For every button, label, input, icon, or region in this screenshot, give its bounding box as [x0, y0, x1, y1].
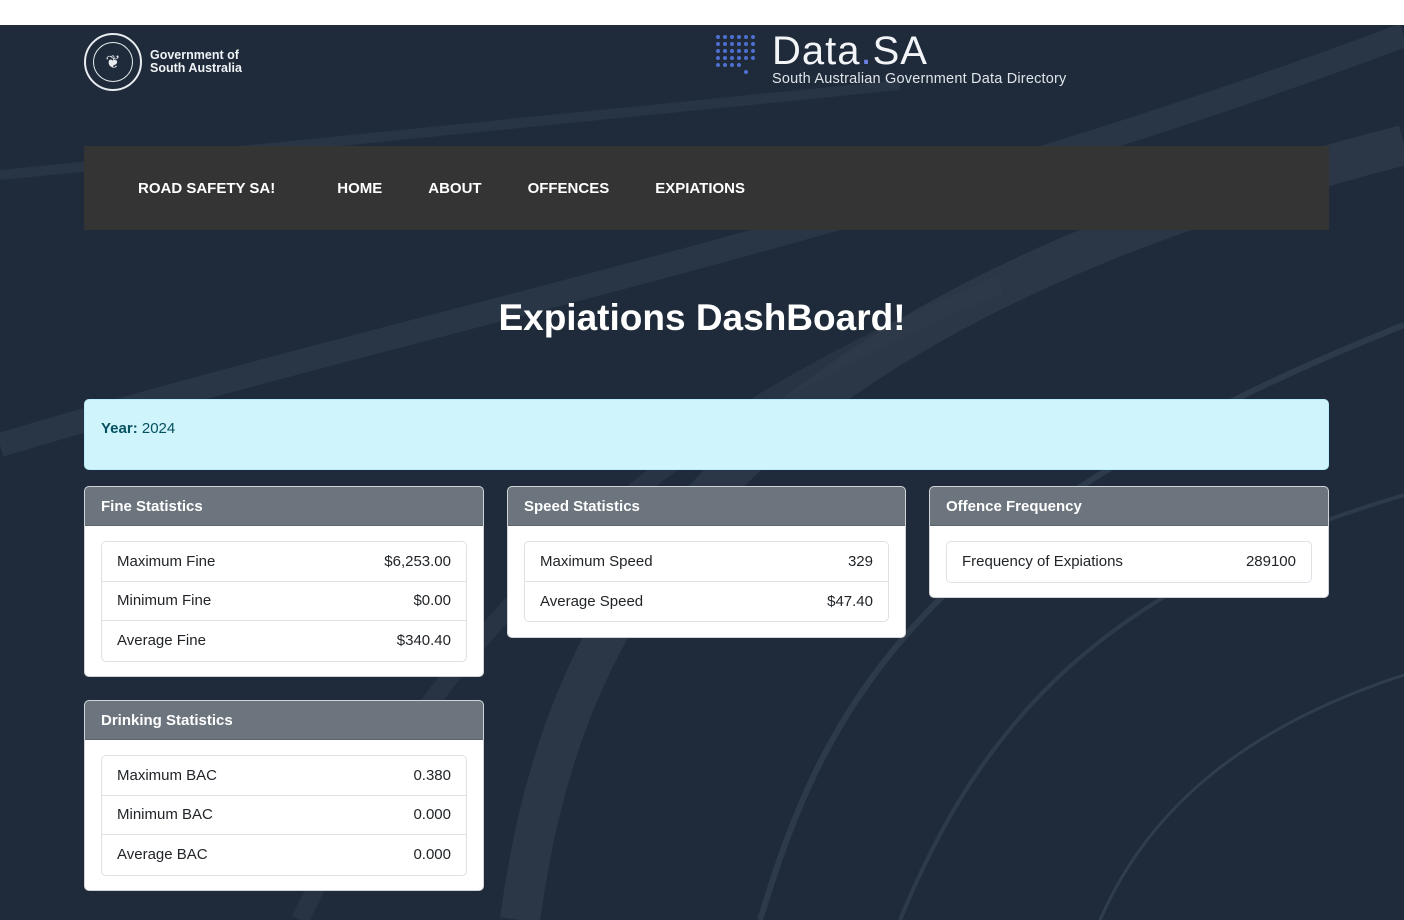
list-item: Average BAC 0.000 — [102, 835, 466, 875]
year-label: Year: — [101, 420, 138, 437]
nav-item-home[interactable]: HOME — [337, 180, 382, 197]
page-title: Expiations DashBoard! — [498, 297, 906, 338]
list-item: Minimum BAC 0.000 — [102, 796, 466, 835]
navbar-brand[interactable]: ROAD SAFETY SA! — [138, 180, 275, 197]
stat-value: 0.380 — [413, 766, 451, 784]
offence-frequency-list: Frequency of Expiations 289100 — [946, 541, 1312, 583]
nav-item-expiations[interactable]: EXPIATIONS — [655, 180, 745, 197]
data-sa-title-a: Data — [772, 29, 861, 73]
list-item: Maximum BAC 0.380 — [102, 756, 466, 796]
stat-value: 0.000 — [413, 806, 451, 824]
list-item: Average Fine $340.40 — [102, 621, 466, 661]
stat-label: Maximum Speed — [540, 552, 653, 570]
list-item: Frequency of Expiations 289100 — [947, 542, 1311, 582]
nav-item-offences[interactable]: OFFENCES — [528, 180, 610, 197]
card-header: Fine Statistics — [85, 487, 483, 526]
year-info-alert: Year: 2024 — [84, 399, 1329, 470]
stat-value: 289100 — [1245, 553, 1296, 571]
stat-label: Average Speed — [540, 592, 644, 610]
data-sa-logo[interactable]: Data.SA South Australian Government Data… — [716, 29, 1067, 87]
year-value: 2024 — [141, 420, 176, 437]
fine-statistics-list: Maximum Fine $6,253.00 Minimum Fine $0.0… — [101, 541, 467, 662]
stat-value: 0.000 — [413, 846, 451, 864]
data-sa-title: Data.SA — [772, 29, 1067, 73]
list-item: Maximum Speed 329 — [525, 542, 888, 582]
card-header: Drinking Statistics — [85, 701, 483, 740]
speed-statistics-card: Speed Statistics Maximum Speed 329 Avera… — [507, 486, 906, 638]
list-item: Minimum Fine $0.00 — [102, 582, 466, 621]
drinking-statistics-list: Maximum BAC 0.380 Minimum BAC 0.000 Aver… — [101, 755, 467, 876]
speed-statistics-list: Maximum Speed 329 Average Speed $47.40 — [524, 541, 889, 622]
stat-label: Frequency of Expiations — [962, 553, 1123, 571]
nav-item-about[interactable]: ABOUT — [428, 180, 481, 197]
gov-line-2: South Australia — [150, 61, 242, 75]
south-australia-crest-icon: ❦ — [84, 33, 142, 91]
stat-value: $6,253.00 — [384, 552, 451, 570]
card-header: Offence Frequency — [930, 487, 1328, 526]
page-background: ❦ Government of South Australia Data.SA … — [0, 25, 1404, 920]
stat-label: Maximum Fine — [117, 552, 216, 570]
list-item: Maximum Fine $6,253.00 — [102, 542, 466, 582]
stat-label: Maximum BAC — [117, 766, 218, 784]
government-of-south-australia-logo[interactable]: ❦ Government of South Australia — [84, 33, 242, 91]
list-item: Average Speed $47.40 — [525, 582, 888, 622]
main-navbar: ROAD SAFETY SA! HOME ABOUT OFFENCES EXPI… — [84, 146, 1329, 230]
stat-label: Average BAC — [117, 846, 208, 864]
fine-statistics-card: Fine Statistics Maximum Fine $6,253.00 M… — [84, 486, 484, 677]
data-sa-dots-icon — [716, 35, 758, 87]
stat-value: 329 — [847, 552, 873, 570]
stat-value: $47.40 — [827, 592, 873, 610]
data-sa-title-b: SA — [872, 29, 928, 73]
stat-value: $0.00 — [413, 592, 451, 610]
drinking-statistics-card: Drinking Statistics Maximum BAC 0.380 Mi… — [84, 700, 484, 891]
stat-label: Minimum BAC — [117, 806, 213, 824]
data-sa-subtitle: South Australian Government Data Directo… — [772, 71, 1067, 87]
data-sa-title-dot: . — [860, 29, 873, 73]
stat-label: Average Fine — [117, 632, 206, 650]
government-logo-text: Government of South Australia — [150, 49, 242, 75]
offence-frequency-card: Offence Frequency Frequency of Expiation… — [929, 486, 1329, 598]
stat-value: $340.40 — [396, 632, 451, 650]
card-header: Speed Statistics — [508, 487, 905, 526]
stat-label: Minimum Fine — [117, 592, 212, 610]
